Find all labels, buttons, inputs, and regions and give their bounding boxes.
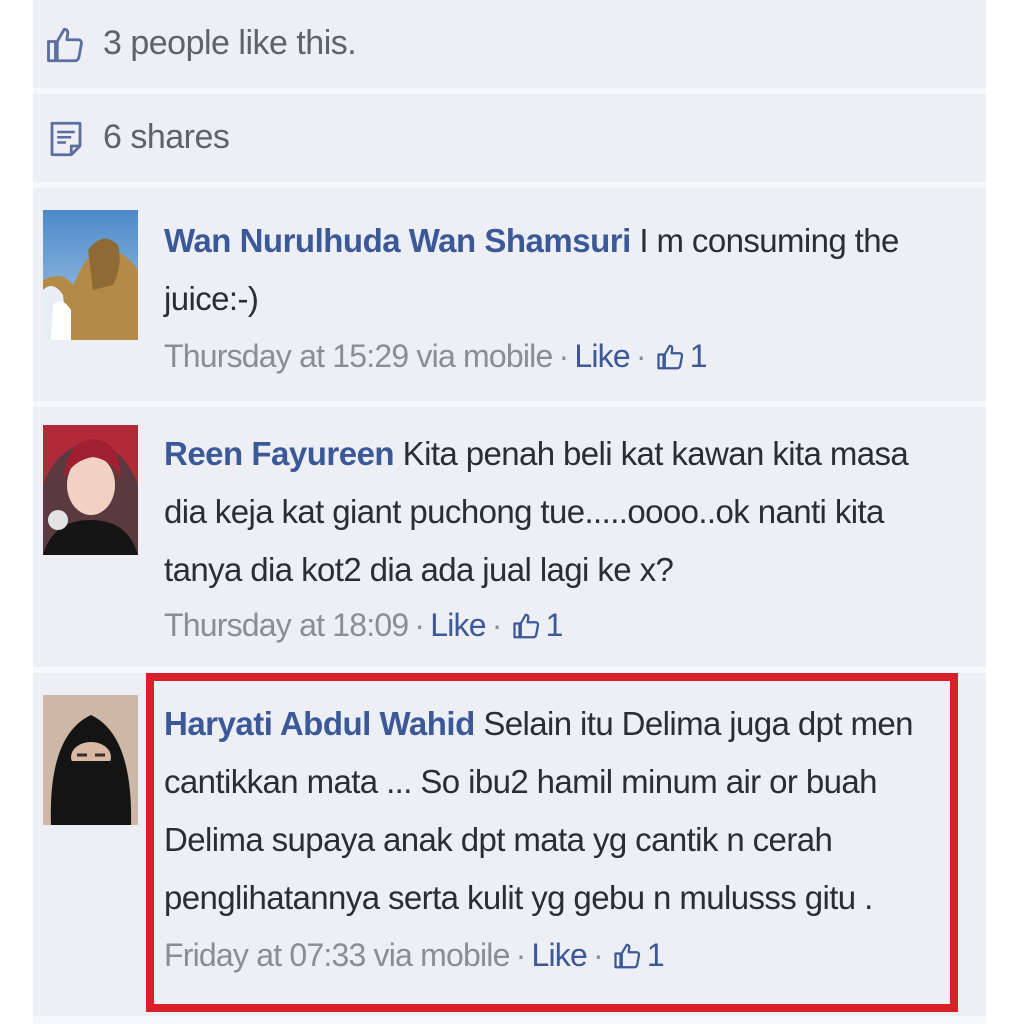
avatar[interactable] bbox=[43, 425, 138, 555]
avatar[interactable] bbox=[43, 210, 138, 340]
comment-meta: Friday at 07:33 via mobile · Like · 1 bbox=[164, 937, 665, 974]
comment-item: Wan Nurulhuda Wan Shamsuri I m consuming… bbox=[33, 188, 986, 401]
comment-item: Reen Fayureen Kita penah beli kat kawan … bbox=[33, 407, 986, 667]
likes-summary[interactable]: 3 people like this. bbox=[33, 0, 986, 88]
shares-summary[interactable]: 6 shares bbox=[33, 94, 986, 182]
like-link[interactable]: Like bbox=[574, 338, 630, 375]
separator-dot: · bbox=[592, 937, 604, 973]
comment-author-link[interactable]: Wan Nurulhuda Wan Shamsuri bbox=[164, 222, 631, 259]
divider bbox=[33, 1016, 986, 1024]
comment-meta: Thursday at 18:09 · Like · 1 bbox=[164, 607, 563, 644]
comment-text: Reen Fayureen Kita penah beli kat kawan … bbox=[164, 425, 934, 599]
comment-text: Wan Nurulhuda Wan Shamsuri I m consuming… bbox=[164, 212, 934, 328]
thumbs-up-icon bbox=[47, 27, 83, 63]
like-count[interactable]: 1 bbox=[647, 937, 665, 974]
separator-dot: · bbox=[635, 338, 647, 374]
comment-author-link[interactable]: Reen Fayureen bbox=[164, 435, 395, 472]
shares-summary-text: 6 shares bbox=[103, 118, 230, 156]
comment-author-link[interactable]: Haryati Abdul Wahid bbox=[164, 705, 475, 742]
like-link[interactable]: Like bbox=[430, 607, 486, 644]
like-count[interactable]: 1 bbox=[546, 607, 564, 644]
thumbs-up-icon bbox=[614, 943, 641, 968]
comment-text: Haryati Abdul Wahid Selain itu Delima ju… bbox=[164, 695, 934, 927]
likes-summary-text: 3 people like this. bbox=[103, 24, 357, 62]
comment-item: Haryati Abdul Wahid Selain itu Delima ju… bbox=[33, 673, 986, 1016]
separator-dot: · bbox=[414, 607, 425, 643]
thumbs-up-icon bbox=[512, 613, 539, 638]
separator-dot: · bbox=[491, 607, 503, 643]
like-count[interactable]: 1 bbox=[690, 338, 708, 375]
avatar[interactable] bbox=[43, 695, 138, 825]
comment-timestamp[interactable]: Thursday at 15:29 via mobile bbox=[164, 338, 553, 375]
share-doc-icon bbox=[50, 121, 82, 157]
separator-dot: · bbox=[558, 338, 570, 374]
comment-timestamp[interactable]: Thursday at 18:09 bbox=[164, 607, 409, 644]
separator-dot: · bbox=[515, 937, 527, 973]
comment-timestamp[interactable]: Friday at 07:33 via mobile bbox=[164, 937, 510, 974]
thumbs-up-icon bbox=[657, 344, 683, 369]
comment-meta: Thursday at 15:29 via mobile · Like · 1 bbox=[164, 338, 708, 375]
like-link[interactable]: Like bbox=[531, 937, 587, 974]
comment-panel: 3 people like this. 6 shares Wan Nurulhu… bbox=[33, 0, 986, 1024]
